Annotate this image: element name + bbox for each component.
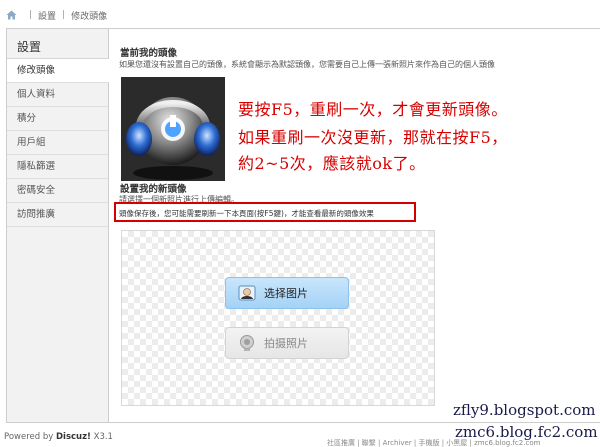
annotation-line-2: 如果重刷一次沒更新，那就在按F5，: [238, 128, 508, 147]
webcam-icon: [238, 334, 256, 352]
choose-image-button[interactable]: 选择图片: [225, 277, 349, 309]
annotation-line-1: 要按F5，重刷一次，才會更新頭像。: [238, 100, 508, 119]
choose-image-label: 选择图片: [264, 287, 308, 300]
watermark-zmc6: zmc6.blog.fc2.com: [455, 423, 598, 441]
sidebar-item-promotion[interactable]: 訪問推廣: [7, 203, 108, 227]
new-avatar-title: 設置我的新頭像: [120, 184, 187, 195]
sidebar-item-password[interactable]: 密碼安全: [7, 179, 108, 203]
avatar: [121, 77, 225, 181]
headphones-avatar-image: [121, 77, 225, 181]
watermark-zfly9: zfly9.blogspot.com: [453, 401, 596, 419]
sidebar-item-privacy[interactable]: 隱私篩選: [7, 155, 108, 179]
current-avatar-title: 當前我的頭像: [120, 48, 178, 59]
breadcrumb: | 設置 | 修改頭像: [6, 8, 107, 22]
breadcrumb-separator: |: [29, 10, 33, 20]
current-avatar-desc: 如果您還沒有設置自己的頭像，系統會顯示為默認頭像，您需要自己上傳一張新照片來作為…: [119, 60, 495, 69]
take-photo-button[interactable]: 拍摄照片: [225, 327, 349, 359]
f5-hint-highlight: 頭像保存後，您可能需要刷新一下本頁面(按F5鍵)，才能查看最新的頭像效果: [114, 202, 416, 222]
powered-by-prefix: Powered by: [4, 432, 54, 442]
home-icon[interactable]: [6, 10, 17, 20]
avatar-upload-area: 选择图片 拍摄照片: [121, 230, 435, 406]
sidebar-item-profile[interactable]: 個人資料: [7, 83, 108, 107]
breadcrumb-separator: |: [62, 10, 66, 20]
annotation-line-3: 約2~5次，應該就ok了。: [238, 154, 426, 173]
take-photo-label: 拍摄照片: [264, 337, 308, 350]
breadcrumb-settings[interactable]: 設置: [38, 9, 56, 22]
f5-hint-text: 頭像保存後，您可能需要刷新一下本頁面(按F5鍵)，才能查看最新的頭像效果: [119, 209, 374, 218]
sidebar-title: 設置: [7, 29, 108, 59]
sidebar-item-credits[interactable]: 積分: [7, 107, 108, 131]
discuz-version: X3.1: [93, 432, 113, 442]
sidebar: 設置 修改頭像 個人資料 積分 用戶組 隱私篩選 密碼安全 訪問推廣: [7, 29, 109, 422]
breadcrumb-change-avatar[interactable]: 修改頭像: [71, 9, 107, 22]
sidebar-item-usergroup[interactable]: 用戶組: [7, 131, 108, 155]
sidebar-item-change-avatar[interactable]: 修改頭像: [7, 59, 109, 83]
portrait-icon: [238, 284, 256, 302]
powered-by: Powered by Discuz! X3.1: [4, 432, 113, 442]
discuz-brand[interactable]: Discuz!: [56, 432, 91, 442]
